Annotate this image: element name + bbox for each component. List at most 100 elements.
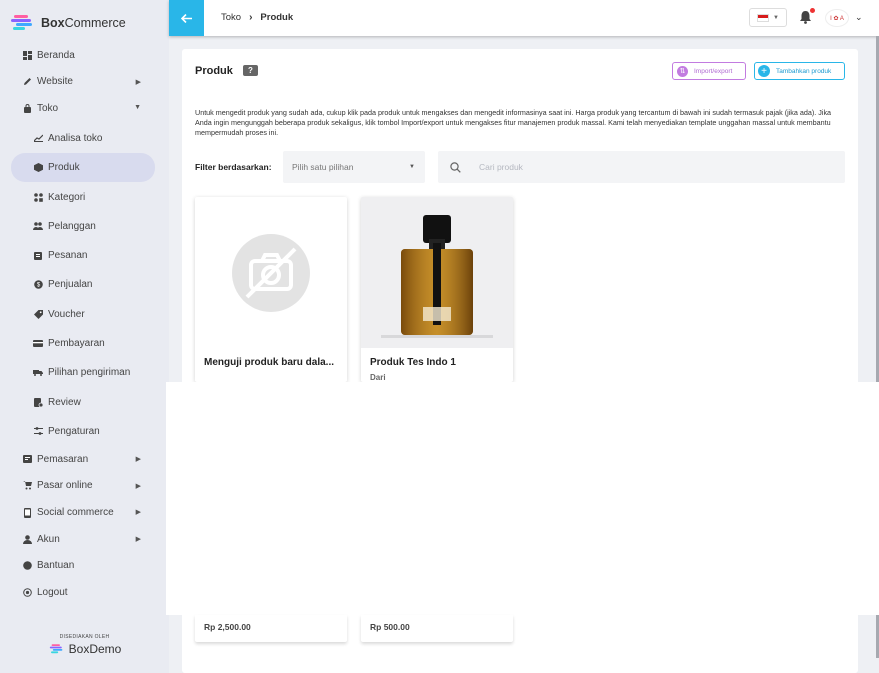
import-export-icon: ⇅ [677, 65, 688, 77]
chevron-right-icon: ▶ [135, 456, 141, 464]
language-selector[interactable]: ▼ [749, 8, 787, 27]
sidebar-item-label: Produk [48, 162, 80, 174]
footer-brand-name: BoxDemo [68, 642, 122, 656]
sidebar-item-kategori[interactable]: Kategori [11, 182, 155, 211]
product-name: Produk Tes Indo 1 [370, 357, 456, 368]
sidebar-item-website[interactable]: Website ▶ [0, 69, 169, 96]
product-card-footer[interactable]: Rp 500.00 [361, 615, 513, 642]
help-badge[interactable]: ? [243, 65, 258, 76]
sidebar-item-produk[interactable]: Produk [11, 153, 155, 183]
sidebar-item-analisa-toko[interactable]: Analisa toko [11, 124, 155, 153]
product-image [195, 197, 347, 348]
sidebar-item-label: Pesanan [48, 250, 88, 262]
page-description: Untuk mengedit produk yang sudah ada, cu… [195, 108, 832, 137]
bag-icon [22, 103, 32, 113]
sidebar-item-label: Pengaturan [48, 425, 100, 437]
chevron-right-icon: ▶ [135, 509, 141, 517]
product-card[interactable]: Menguji produk baru dala... [195, 197, 347, 382]
chevron-right-icon: ▶ [135, 78, 141, 86]
brand-logo[interactable]: BoxCommerce [10, 13, 126, 33]
sidebar-item-label: Beranda [37, 49, 75, 61]
sidebar-item-label: Pasar online [37, 480, 93, 492]
product-image [361, 197, 513, 348]
search-icon [450, 161, 461, 173]
sidebar-item-voucher[interactable]: Voucher [11, 300, 155, 329]
card-icon [33, 339, 43, 349]
import-export-button[interactable]: ⇅ Import/export [672, 62, 746, 80]
no-image-icon [232, 233, 310, 312]
box-icon [33, 163, 43, 173]
sidebar-item-label: Bantuan [37, 560, 75, 572]
sidebar-item-toko[interactable]: Toko ▼ [0, 95, 169, 122]
clipboard-icon [33, 251, 43, 261]
sidebar-item-pilihan-pengiriman[interactable]: Pilihan pengiriman [11, 358, 155, 387]
notification-dot [810, 8, 815, 13]
sidebar-item-label: Toko [37, 102, 59, 114]
product-card-footer[interactable]: Rp 2,500.00 [195, 615, 347, 642]
tag-icon [33, 309, 43, 319]
sidebar-item-label: Pembayaran [48, 338, 105, 349]
top-bar: Toko › Produk ▼ I ✿ A ⌄ [169, 0, 879, 36]
loading-overlay [166, 382, 879, 615]
chevron-right-icon: ▶ [135, 535, 141, 543]
sidebar-item-pengaturan[interactable]: Pengaturan [11, 417, 155, 446]
arrow-left-icon [181, 13, 192, 23]
add-product-button[interactable]: + Tambahkan produk [754, 62, 845, 80]
brand-name-rest: Commerce [64, 16, 126, 30]
search-input[interactable] [479, 162, 779, 172]
chevron-right-icon: ▶ [135, 482, 141, 490]
avatar[interactable]: I ✿ A [825, 9, 849, 27]
search-box[interactable] [438, 151, 845, 183]
store-icon [22, 481, 32, 491]
breadcrumb-current: Produk [260, 12, 294, 23]
sidebar-item-logout[interactable]: Logout [0, 579, 169, 606]
notifications-button[interactable] [799, 8, 815, 24]
dashboard-icon [22, 50, 32, 60]
sidebar-item-pembayaran[interactable]: Pembayaran [11, 329, 155, 358]
coin-icon: $ [33, 280, 43, 290]
category-icon [33, 192, 43, 202]
import-export-label: Import/export [694, 67, 733, 75]
product-price: Rp 2,500.00 [204, 622, 251, 632]
boxcommerce-logo-icon [11, 15, 32, 30]
page-title: Produk [195, 65, 233, 77]
sidebar-item-pesanan[interactable]: Pesanan [11, 241, 155, 270]
sidebar-item-label: Kategori [48, 191, 86, 203]
add-product-label: Tambahkan produk [776, 67, 832, 75]
phone-icon [22, 507, 32, 518]
sidebar-item-label: Analisa toko [48, 132, 103, 144]
sidebar-footer: DISEDIAKAN OLEH BoxDemo [0, 634, 169, 656]
sidebar-item-penjualan[interactable]: $ Penjualan [11, 270, 155, 299]
product-name: Menguji produk baru dala... [204, 357, 335, 368]
sidebar-item-pemasaran[interactable]: Pemasaran ▶ [0, 446, 169, 473]
user-icon [22, 534, 32, 544]
sidebar-item-social-commerce[interactable]: Social commerce ▶ [0, 499, 169, 526]
logout-icon [22, 587, 32, 597]
settings-icon [33, 426, 43, 436]
sidebar-item-bantuan[interactable]: Bantuan [0, 552, 169, 579]
product-price: Rp 500.00 [370, 622, 410, 632]
breadcrumb-parent[interactable]: Toko [221, 12, 241, 23]
footer-provided-by: DISEDIAKAN OLEH [59, 634, 110, 640]
filter-select[interactable]: Pilih satu pilihan ▼ [283, 151, 425, 183]
sidebar-item-pasar-online[interactable]: Pasar online ▶ [0, 473, 169, 500]
sidebar-item-label: Pemasaran [37, 453, 89, 465]
chevron-down-icon: ▼ [409, 164, 415, 170]
chevron-down-icon: ▼ [134, 104, 141, 112]
plus-icon: + [758, 65, 770, 77]
brand-name-bold: Box [41, 16, 65, 30]
sidebar-item-label: Penjualan [48, 279, 93, 291]
sidebar-item-label: Website [37, 76, 73, 88]
sidebar-item-pelanggan[interactable]: Pelanggan [11, 212, 155, 241]
truck-icon [33, 368, 43, 378]
back-button[interactable] [169, 0, 204, 36]
sidebar-item-akun[interactable]: Akun ▶ [0, 526, 169, 553]
sidebar-item-review[interactable]: Review [11, 387, 155, 416]
product-card[interactable]: Produk Tes Indo 1 Dari [361, 197, 513, 382]
product-price-prefix: Dari [370, 373, 386, 382]
people-icon [33, 221, 43, 231]
chevron-down-icon[interactable]: ⌄ [855, 12, 863, 23]
megaphone-icon [22, 454, 32, 464]
review-icon [33, 397, 43, 407]
sidebar-item-beranda[interactable]: Beranda [0, 42, 169, 69]
